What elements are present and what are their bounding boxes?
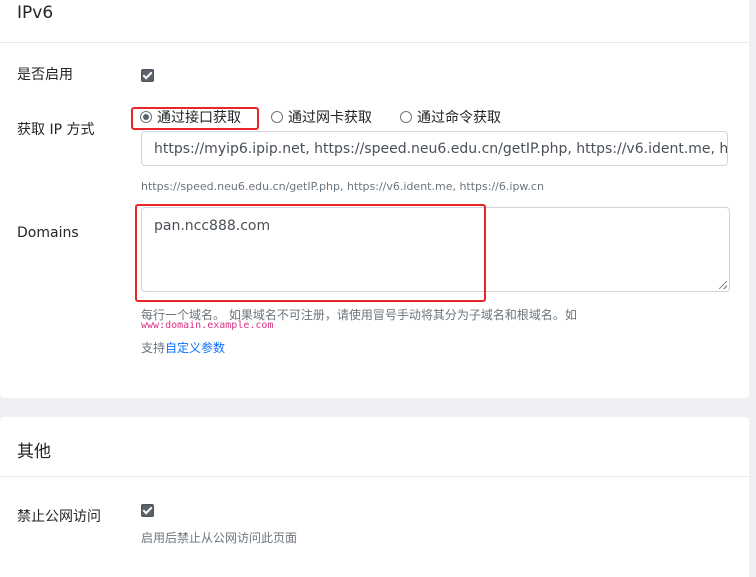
- domains-textarea-value: pan.ncc888.com: [154, 218, 271, 234]
- disable-public-access-checkbox[interactable]: [141, 504, 154, 517]
- domains-example-code: www:domain.example.com: [141, 320, 274, 331]
- resize-grip-icon[interactable]: [719, 281, 727, 289]
- enable-label: 是否启用: [17, 67, 73, 83]
- radio-via-command-label: 通过命令获取: [417, 110, 501, 126]
- disable-public-access-label: 禁止公网访问: [17, 509, 101, 525]
- ip-api-url-hint: https://speed.neu6.edu.cn/getIP.php, htt…: [141, 180, 544, 193]
- radio-via-command[interactable]: 通过命令获取: [400, 108, 501, 128]
- radio-via-api-dot[interactable]: [140, 111, 152, 123]
- enable-checkbox[interactable]: [141, 69, 154, 82]
- ipv6-card-divider: [0, 42, 749, 43]
- radio-via-api-label: 通过接口获取: [157, 110, 241, 126]
- custom-params-link[interactable]: 自定义参数: [165, 341, 225, 355]
- ipv6-card: IPv6 是否启用 获取 IP 方式 通过接口获取 通过网卡获取 通过命令获取 …: [0, 0, 749, 398]
- radio-via-nic[interactable]: 通过网卡获取: [271, 108, 372, 128]
- domains-textarea[interactable]: pan.ncc888.com: [141, 207, 730, 292]
- other-card: 其他 禁止公网访问 启用后禁止从公网访问此页面: [0, 417, 749, 577]
- ip-method-label: 获取 IP 方式: [17, 122, 95, 138]
- radio-via-nic-label: 通过网卡获取: [288, 110, 372, 126]
- ip-api-url-input[interactable]: https://myip6.ipip.net, https://speed.ne…: [141, 131, 728, 166]
- radio-via-command-dot[interactable]: [400, 111, 412, 123]
- radio-via-nic-dot[interactable]: [271, 111, 283, 123]
- disable-public-access-hint: 启用后禁止从公网访问此页面: [141, 531, 298, 545]
- other-card-title: 其他: [17, 442, 51, 462]
- custom-params-hint: 支持自定义参数: [141, 339, 225, 356]
- domains-label: Domains: [17, 225, 79, 241]
- ipv6-card-title: IPv6: [17, 3, 54, 23]
- other-card-divider: [0, 476, 749, 477]
- support-prefix: 支持: [141, 341, 166, 355]
- radio-via-api[interactable]: 通过接口获取: [140, 108, 241, 128]
